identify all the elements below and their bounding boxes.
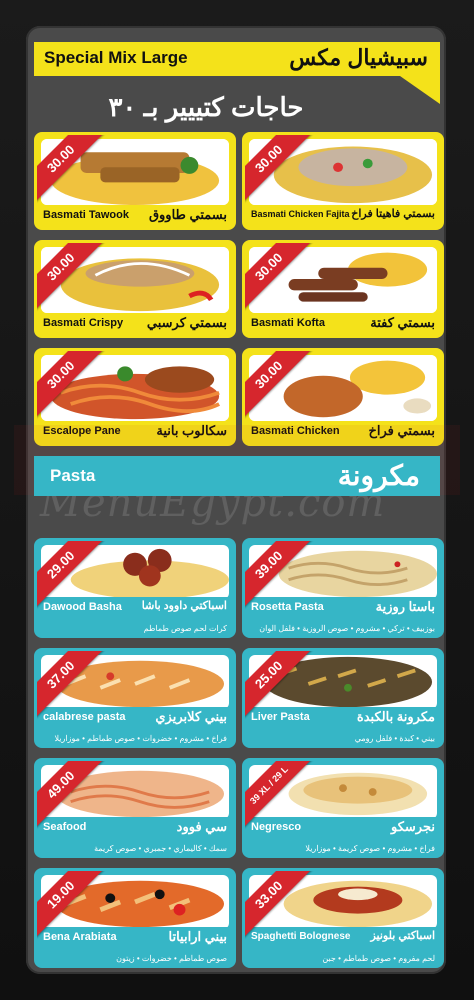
item-name-ar: مكرونة بالكبدة [356,709,435,724]
item-name-ar: اسباكتي داوود باشا [141,600,227,612]
menu-item-basmati-crispy[interactable]: Basmati Crispy بسمتي كرسبي 30.00 [34,240,236,338]
item-name-en: Liver Pasta [251,711,310,723]
item-name-ar: اسباكتي بلونيز [370,930,435,942]
item-name-ar: بيني كلابريزي [155,709,227,724]
menu-item-bena-arabiata[interactable]: Bena Arabiata بيني ارابياتا صوص طماطم • … [34,868,236,968]
pasta-title-en: Pasta [50,466,96,485]
menu-item-liver-pasta[interactable]: Liver Pasta مكرونة بالكبدة بيني • كبدة •… [242,648,444,748]
item-name-en: Dawood Basha [43,601,122,613]
item-name-ar: نجرسكو [391,819,435,834]
item-name-row: Liver Pasta مكرونة بالكبدة [245,707,441,729]
item-name-row: Basmati Chicken Fajita بسمتي فاهيتا فراخ [245,205,441,227]
item-name-en: Basmati Tawook [43,209,129,221]
item-name-ar: بسمتي كرسبي [146,315,227,330]
item-name-en: Spaghetti Bolognese [251,931,351,942]
price-heading: حاجات كتييير بـ ٣٠ [108,92,304,122]
item-name-en: Basmati Chicken Fajita [251,209,350,219]
item-name-row: Basmati Crispy بسمتي كرسبي [37,313,233,335]
item-name-en: Basmati Kofta [251,317,325,329]
item-name-ar: بسمتي كفتة [370,315,435,330]
item-name-ar: سي فوود [176,819,227,834]
item-name-ar: بسمتي طاووق [148,207,227,222]
menu-item-basmati-chicken-fajita[interactable]: Basmati Chicken Fajita بسمتي فاهيتا فراخ… [242,132,444,230]
item-name-en: Bena Arabiata [43,931,117,943]
menu-item-negresco[interactable]: Negresco نجرسكو فراخ • مشروم • صوص كريمة… [242,758,444,858]
menu-item-basmati-kofta[interactable]: Basmati Kofta بسمتي كفتة 30.00 [242,240,444,338]
item-name-en: Basmati Crispy [43,317,124,329]
menu-item-dawood-basha[interactable]: Dawood Basha اسباكتي داوود باشا كرات لحم… [34,538,236,638]
menu-item-seafood[interactable]: Seafood سي فوود سمك • كاليماري • جمبري •… [34,758,236,858]
item-name-row: Rosetta Pasta باستا روزية [245,597,441,619]
menu-item-calabrese-pasta[interactable]: calabrese pasta بيني كلابريزي فراخ • مشر… [34,648,236,748]
item-name-row: Basmati Tawook بسمتي طاووق [37,205,233,227]
item-description: فراخ • مشروم • صوص كريمة • موزاريلا [305,844,435,853]
item-name-ar: باستا روزية [375,599,435,614]
menu-page: Special Mix Large سبيشيال مكس حاجات كتيي… [0,0,474,1000]
banner-corner [400,76,440,104]
menu-item-rosetta-pasta[interactable]: Rosetta Pasta باستا روزية بوزبيف • تركي … [242,538,444,638]
item-description: صوص طماطم • خضروات • زيتون [116,954,227,963]
item-name-en: calabrese pasta [43,711,126,723]
item-name-row: Bena Arabiata بيني ارابياتا [37,927,233,949]
special-mix-banner: Special Mix Large سبيشيال مكس [34,42,440,104]
item-name-row: Basmati Kofta بسمتي كفتة [245,313,441,335]
menu-item-basmati-tawook[interactable]: Basmati Tawook بسمتي طاووق 30.00 [34,132,236,230]
item-description: سمك • كاليماري • جمبري • صوص كريمة [94,844,227,853]
item-description: بيني • كبدة • فلفل رومي [354,734,435,743]
item-description: بوزبيف • تركي • مشروم • صوص الروزية • فل… [259,624,435,633]
item-description: فراخ • مشروم • خضروات • صوص طماطم • موزا… [54,734,227,743]
item-name-ar: بيني ارابياتا [168,929,228,944]
item-name-en: Seafood [43,821,87,833]
item-description: كرات لحم صوص طماطم [143,624,227,633]
item-name-row: Negresco نجرسكو [245,817,441,839]
item-name-row: Seafood سي فوود [37,817,233,839]
special-mix-title-ar: سبيشيال مكس [289,45,428,70]
pasta-title-ar: مكرونة [337,460,420,491]
special-mix-title-en: Special Mix Large [44,48,188,67]
menu-item-spaghetti-bolognese[interactable]: Spaghetti Bolognese اسباكتي بلونيز لحم م… [242,868,444,968]
item-name-row: Spaghetti Bolognese اسباكتي بلونيز [245,927,441,949]
item-name-row: Dawood Basha اسباكتي داوود باشا [37,597,233,619]
pasta-banner: Pasta مكرونة [34,456,440,496]
item-name-en: Negresco [251,821,302,833]
item-description: لحم مفروم • صوص طماطم • جبن [322,954,435,963]
item-name-en: Rosetta Pasta [251,601,324,613]
item-name-ar: بسمتي فاهيتا فراخ [351,208,435,220]
item-name-row: calabrese pasta بيني كلابريزي [37,707,233,729]
